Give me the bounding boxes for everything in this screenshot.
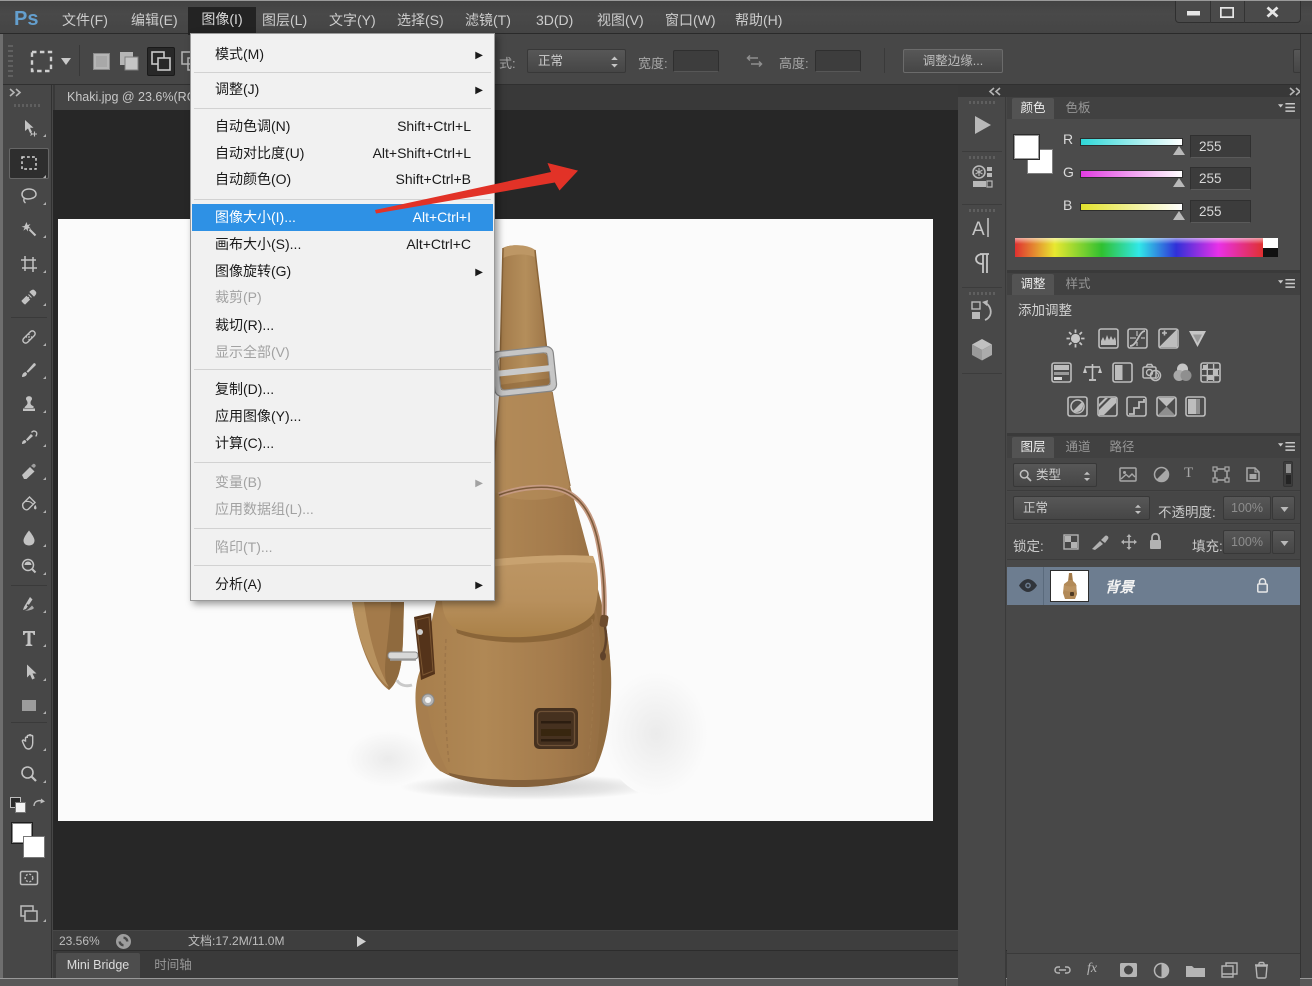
svg-text:A: A — [972, 219, 985, 240]
